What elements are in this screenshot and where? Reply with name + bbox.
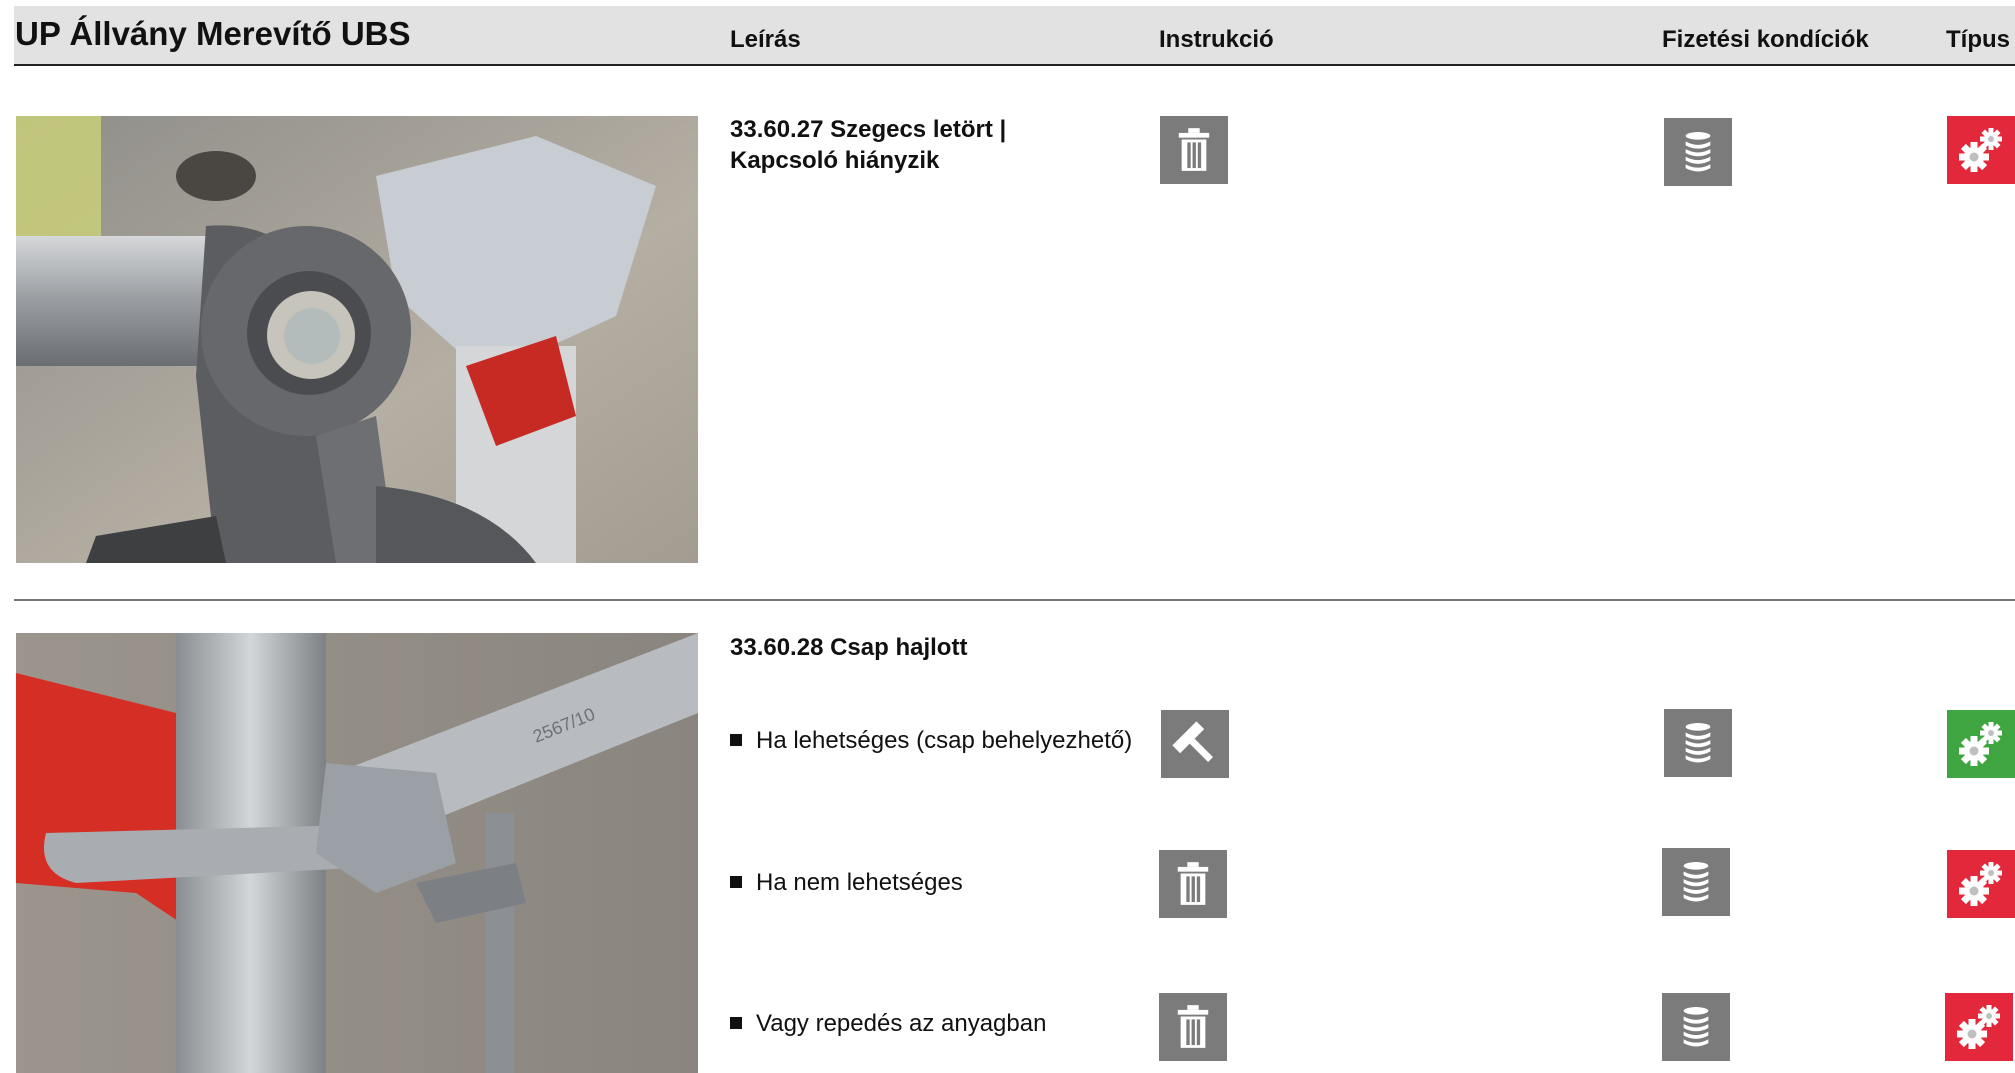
gears-icon[interactable]: [1947, 710, 2015, 778]
gears-icon[interactable]: [1947, 850, 2015, 918]
page-title: UP Állvány Merevítő UBS: [15, 15, 411, 52]
coin-stack-icon-glyph: [1677, 1003, 1715, 1051]
hammer-icon[interactable]: [1161, 710, 1229, 778]
option-label: Vagy repedés az anyagban: [756, 1010, 1047, 1037]
bullet-square: [730, 1017, 742, 1029]
item-title: 33.60.28 Csap hajlott: [730, 634, 968, 661]
item-title-line: Kapcsoló hiányzik: [730, 147, 940, 174]
trash-icon-glyph: [1175, 126, 1213, 174]
product-photo-broken-rivet: [16, 116, 698, 563]
column-header-instruction: Instrukció: [1159, 26, 1274, 53]
list-item: Ha lehetséges (csap behelyezhető): [730, 727, 1132, 755]
bullet-square: [730, 876, 742, 888]
gears-icon[interactable]: [1945, 993, 2013, 1061]
coin-stack-icon[interactable]: [1662, 848, 1730, 916]
gears-icon-glyph: [1956, 859, 2006, 909]
bullet-square: [730, 734, 742, 746]
trash-icon-glyph: [1174, 860, 1212, 908]
row-divider: [14, 599, 2015, 601]
option-label: Ha nem lehetséges: [756, 869, 963, 896]
item-title-line: 33.60.27 Szegecs letört |: [730, 116, 1007, 143]
coin-stack-icon-glyph: [1679, 128, 1717, 176]
column-header-payment: Fizetési kondíciók: [1662, 26, 1869, 53]
trash-icon-glyph: [1174, 1003, 1212, 1051]
coin-stack-icon-glyph: [1677, 858, 1715, 906]
coin-stack-icon[interactable]: [1664, 118, 1732, 186]
gears-icon-glyph: [1956, 719, 2006, 769]
coin-stack-icon[interactable]: [1662, 993, 1730, 1061]
coin-stack-icon[interactable]: [1664, 709, 1732, 777]
gears-icon-glyph: [1954, 1002, 2004, 1052]
list-item: Ha nem lehetséges: [730, 869, 963, 897]
trash-icon[interactable]: [1159, 850, 1227, 918]
option-label: Ha lehetséges (csap behelyezhető): [756, 727, 1133, 754]
trash-icon[interactable]: [1160, 116, 1228, 184]
coin-stack-icon-glyph: [1679, 719, 1717, 767]
trash-icon[interactable]: [1159, 993, 1227, 1061]
item-title: 33.60.27 Szegecs letört | Kapcsoló hiány…: [730, 114, 1006, 176]
hammer-icon-glyph: [1170, 719, 1220, 769]
table-header: UP Állvány Merevítő UBS Leírás Instrukci…: [14, 6, 2015, 66]
gears-icon[interactable]: [1947, 116, 2015, 184]
list-item: Vagy repedés az anyagban: [730, 1010, 1046, 1038]
gears-icon-glyph: [1956, 125, 2006, 175]
product-photo-bent-pin: 2567/10: [16, 633, 698, 1073]
column-header-description: Leírás: [730, 26, 801, 53]
column-header-type: Típus: [1946, 26, 2010, 53]
